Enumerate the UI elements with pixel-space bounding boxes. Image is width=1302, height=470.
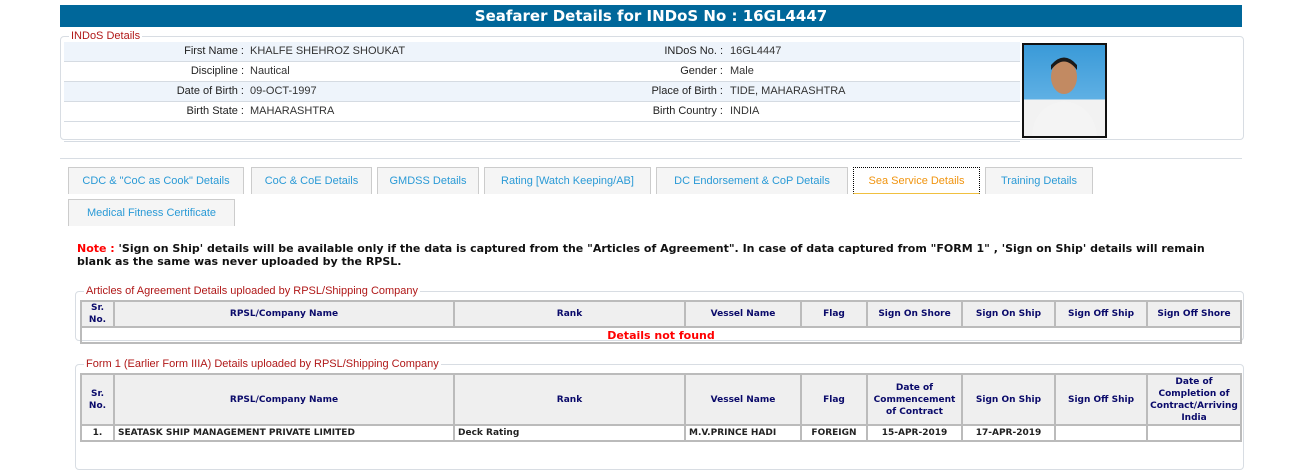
note-body: 'Sign on Ship' details will be available… [77,242,1205,268]
note-label: Note : [77,242,115,255]
col-header: Sign On Ship [961,300,1056,328]
cell-sr-no: 1. [80,424,115,442]
detail-row: Birth State : MAHARASHTRA Birth Country : I… [64,102,1020,122]
first-name-value: KHALFE SHEHROZ SHOUKAT [250,45,406,57]
cell-company: SEATASK SHIP MANAGEMENT PRIVATE LIMITED [113,424,455,442]
col-header: Sr. No. [80,300,115,328]
col-header: Vessel Name [684,373,802,426]
tab-cdc[interactable]: CDC & "CoC as Cook" Details [68,167,244,194]
cell-sign-off-ship [1054,424,1148,442]
place-of-birth-label: Place of Birth : [651,85,723,97]
cell-commencement: 15-APR-2019 [866,424,963,442]
detail-row: First Name : KHALFE SHEHROZ SHOUKAT INDoS … [64,42,1020,62]
dob-label: Date of Birth : [176,85,244,97]
form1-table: Sr. No. RPSL/Company Name Rank Vessel Name F… [80,373,1242,442]
col-header: Flag [800,373,868,426]
detail-row-empty [64,122,1020,142]
col-header: Date of Completion of Contract/Arriving … [1146,373,1242,426]
indos-no-value: 16GL4447 [730,45,782,57]
aoa-legend: Articles of Agreement Details uploaded b… [86,285,419,297]
tab-medical-fitness[interactable]: Medical Fitness Certificate [68,199,235,226]
cell-flag: FOREIGN [800,424,868,442]
col-header: Sign On Shore [866,300,963,328]
cell-completion [1146,424,1242,442]
cell-vessel: M.V.PRINCE HADI [684,424,802,442]
note-text: Note : 'Sign on Ship' details will be av… [77,242,1227,268]
aoa-table: Sr. No. RPSL/Company Name Rank Vessel Name F… [80,300,1242,344]
col-header: Sign Off Ship [1054,300,1148,328]
place-of-birth-value: TIDE, MAHARASHTRA [730,85,846,97]
col-header: Date of Commencement of Contract [866,373,963,426]
form1-legend: Form 1 (Earlier Form IIIA) Details uploa… [86,358,439,370]
tab-training[interactable]: Training Details [985,167,1093,194]
table-header-row: Sr. No. RPSL/Company Name Rank Vessel Name F… [80,373,1242,426]
col-header: Rank [453,373,686,426]
col-header: Flag [800,300,868,328]
detail-row: Date of Birth : 09-OCT-1997 Place of Birth… [64,82,1020,102]
divider [60,158,1242,159]
gender-value: Male [730,65,754,77]
tab-rating[interactable]: Rating [Watch Keeping/AB] [484,167,651,194]
table-row: 1. SEATASK SHIP MANAGEMENT PRIVATE LIMITE… [80,424,1242,442]
birth-country-value: INDIA [730,105,760,117]
tab-sea-service[interactable]: Sea Service Details [853,167,980,194]
col-header: Sign On Ship [961,373,1056,426]
tab-dc-endorsement[interactable]: DC Endorsement & CoP Details [656,167,848,194]
detail-row: Discipline : Nautical Gender : Male [64,62,1020,82]
table-header-row: Sr. No. RPSL/Company Name Rank Vessel Name F… [80,300,1242,328]
page-title: Seafarer Details for INDoS No : 16GL4447 [60,5,1242,27]
col-header: Sr. No. [80,373,115,426]
discipline-value: Nautical [250,65,290,77]
birth-country-label: Birth Country : [652,105,723,117]
cell-sign-on-ship: 17-APR-2019 [961,424,1056,442]
first-name-label: First Name : [184,45,244,57]
birth-state-value: MAHARASHTRA [250,105,335,117]
dob-value: 09-OCT-1997 [250,85,317,97]
col-header: Sign Off Shore [1146,300,1242,328]
table-row: Details not found [80,326,1242,344]
details-not-found: Details not found [80,326,1242,344]
col-header: Vessel Name [684,300,802,328]
person-photo-icon [1032,57,1097,136]
indos-details-legend: INDoS Details [71,30,141,42]
col-header: RPSL/Company Name [113,373,455,426]
indos-no-label: INDoS No. : [664,45,723,57]
gender-label: Gender : [680,65,723,77]
birth-state-label: Birth State : [186,105,244,117]
tab-gmdss[interactable]: GMDSS Details [377,167,479,194]
col-header: Sign Off Ship [1054,373,1148,426]
tab-coc-coe[interactable]: CoC & CoE Details [251,167,372,194]
col-header: RPSL/Company Name [113,300,455,328]
col-header: Rank [453,300,686,328]
seafarer-photo [1022,43,1107,138]
cell-rank: Deck Rating [453,424,686,442]
discipline-label: Discipline : [190,65,244,77]
